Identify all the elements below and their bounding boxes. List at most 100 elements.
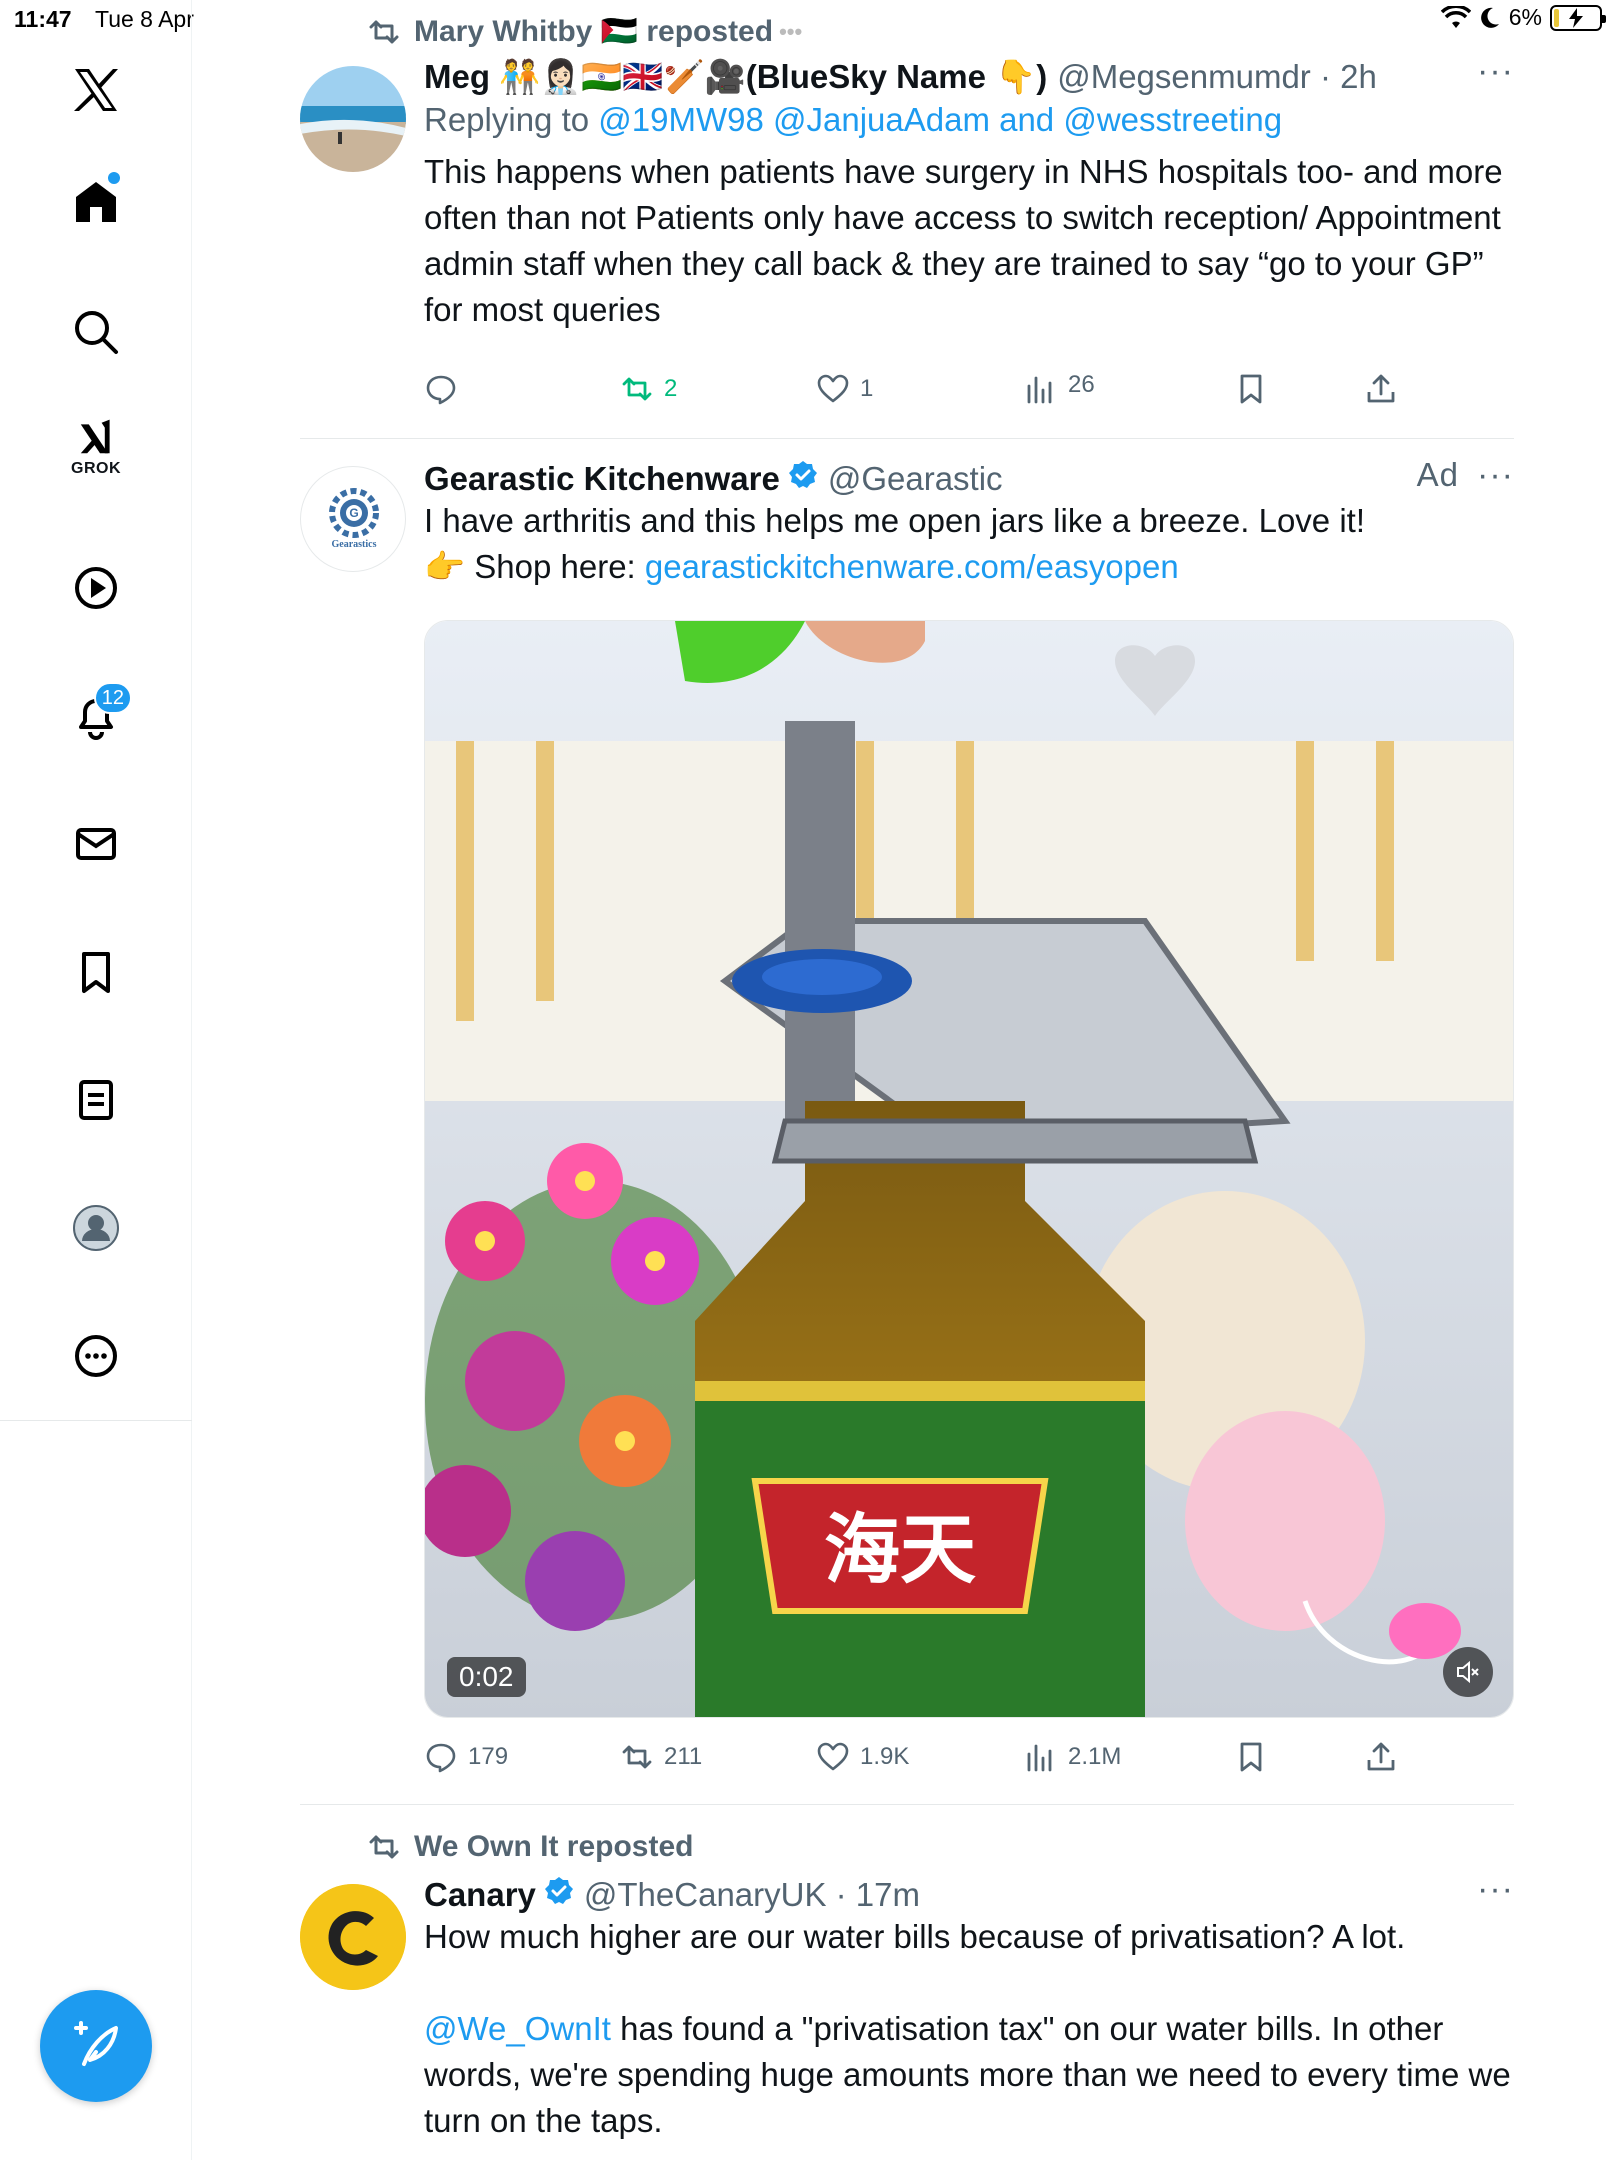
- ad-label-and-more[interactable]: Ad ···: [1417, 456, 1514, 495]
- repost-icon: [369, 1835, 399, 1859]
- mention-link[interactable]: @We_OwnIt: [424, 2010, 611, 2047]
- video-player[interactable]: 海天 0:02: [424, 620, 1514, 1718]
- avatar-gearastic[interactable]: G Gearastics: [300, 466, 406, 572]
- handle[interactable]: @Gearastic: [828, 460, 1003, 498]
- reply-count: 179: [468, 1743, 509, 1770]
- display-name[interactable]: Canary: [424, 1876, 536, 1914]
- share-icon: [1367, 374, 1395, 403]
- video-timestamp: 0:02: [447, 1657, 526, 1697]
- tweet-canary[interactable]: We Own It reposted Canary @TheCanaryUK ·…: [300, 1806, 1514, 2160]
- grok-icon[interactable]: GROK: [56, 408, 136, 488]
- notification-count-badge: 12: [93, 682, 132, 714]
- replying-to: Replying to @19MW98 @JanjuaAdam and @wes…: [424, 101, 1514, 139]
- avatar-meg[interactable]: [300, 66, 406, 172]
- sidebar: GROK 12: [0, 0, 192, 2160]
- tweet-actions: 179 211 1.9K 2.1M: [424, 1740, 1424, 1780]
- tweet-body: Gearastic Kitchenware @Gearastic Ad ··· I…: [424, 456, 1514, 590]
- tweet-divider: [300, 438, 1514, 439]
- shop-line: 👉 Shop here: gearastickitchenware.com/ea…: [424, 544, 1514, 590]
- tweet-header: Canary @TheCanaryUK · 17m: [424, 1876, 1514, 1914]
- share-button[interactable]: [1364, 1740, 1398, 1774]
- tweet-text: I have arthritis and this helps me open …: [424, 502, 1365, 539]
- more-options-icon[interactable]: [56, 1316, 136, 1396]
- repost-icon: [369, 20, 399, 43]
- bookmark-button[interactable]: [1234, 1740, 1268, 1774]
- like-button[interactable]: 1.9K: [816, 1740, 909, 1774]
- repost-button[interactable]: 211: [620, 1740, 702, 1774]
- repost-by-label[interactable]: We Own It reposted: [414, 1830, 693, 1864]
- more-options-icon[interactable]: ···: [1477, 52, 1514, 91]
- bottle-label: 海天: [824, 1505, 976, 1594]
- tweet-divider: [300, 1804, 1514, 1805]
- bookmarks-icon[interactable]: [56, 932, 136, 1012]
- like-count: 1: [860, 375, 874, 402]
- tweet-text-line1: How much higher are our water bills beca…: [424, 1918, 1406, 1955]
- share-icon: [1367, 1742, 1395, 1771]
- mute-toggle-button[interactable]: [1443, 1647, 1493, 1697]
- repost-context: Mary Whitby 🇵🇸 reposted •••: [300, 14, 802, 49]
- tweet-header: Meg 🧑‍🤝‍🧑👩🏻‍⚕️🇮🇳🇬🇧🏏🎥(BlueSky Name 👇) @Me…: [424, 58, 1514, 97]
- bookmark-button[interactable]: [1234, 372, 1268, 406]
- profile-avatar-icon[interactable]: [56, 1188, 136, 1268]
- shop-link[interactable]: gearastickitchenware.com/easyopen: [645, 548, 1179, 585]
- sidebar-divider: [0, 1420, 192, 1421]
- tweet-gearastic-ad[interactable]: G Gearastics Gearastic Kitchenware @Geara…: [300, 440, 1514, 1804]
- ad-label: Ad: [1416, 456, 1460, 493]
- more-options-icon[interactable]: ···: [1477, 1870, 1514, 1909]
- tweet-text-para2: @We_OwnIt has found a "privatisation tax…: [424, 2006, 1514, 2144]
- reply-button[interactable]: [424, 372, 468, 406]
- timeline-feed: Mary Whitby 🇵🇸 reposted ••• Meg 🧑‍🤝‍🧑👩🏻‍…: [192, 0, 1620, 2160]
- heart-icon: [817, 374, 849, 403]
- views-chart-icon: [1027, 1744, 1052, 1772]
- tweet-body: Meg 🧑‍🤝‍🧑👩🏻‍⚕️🇮🇳🇬🇧🏏🎥(BlueSky Name 👇) @Me…: [424, 52, 1514, 333]
- avatar-brand-text: Gearastics: [332, 539, 377, 550]
- shop-prefix: 👉 Shop here:: [424, 548, 645, 585]
- verified-badge-icon: [788, 461, 817, 488]
- avatar-canary[interactable]: [300, 1884, 406, 1990]
- tweet-actions: 2 1 26: [424, 371, 1424, 412]
- display-name[interactable]: Meg 🧑‍🤝‍🧑👩🏻‍⚕️🇮🇳🇬🇧🏏🎥(BlueSky Name 👇): [424, 58, 1047, 97]
- notifications-bell-icon[interactable]: 12: [56, 676, 136, 756]
- replying-mentions[interactable]: @19MW98 @JanjuaAdam and @wesstreeting: [598, 101, 1282, 138]
- like-button[interactable]: 1: [816, 372, 873, 406]
- views-button[interactable]: 2.1M: [1024, 1740, 1121, 1774]
- handle-timestamp[interactable]: @TheCanaryUK · 17m: [584, 1876, 920, 1914]
- x-logo-icon[interactable]: [56, 50, 136, 130]
- grok-label: GROK: [71, 460, 121, 477]
- feather-plus-icon: [74, 2021, 118, 2066]
- tweet-meg[interactable]: Mary Whitby 🇵🇸 reposted ••• Meg 🧑‍🤝‍🧑👩🏻‍…: [300, 0, 1514, 440]
- video-play-icon[interactable]: [56, 548, 136, 628]
- tweet-body: Canary @TheCanaryUK · 17m ··· How much h…: [424, 1870, 1514, 2144]
- compose-post-button[interactable]: [40, 1990, 152, 2102]
- share-button[interactable]: [1364, 372, 1398, 406]
- like-count: 1.9K: [860, 1743, 910, 1770]
- views-button[interactable]: 26: [1024, 371, 1095, 406]
- home-icon[interactable]: [56, 162, 136, 242]
- bookmark-icon: [1240, 374, 1262, 404]
- repost-count: 2: [664, 375, 678, 402]
- reply-icon: [426, 375, 456, 405]
- views-count: 2.1M: [1068, 1743, 1122, 1770]
- replying-prefix: Replying to: [424, 101, 599, 138]
- repost-icon: [622, 377, 652, 401]
- bookmark-icon: [1240, 1742, 1262, 1772]
- tweet-text: This happens when patients have surgery …: [424, 153, 1503, 328]
- reply-icon: [426, 1743, 456, 1773]
- speaker-muted-icon: [1457, 1660, 1479, 1684]
- views-count: 26: [1068, 371, 1095, 398]
- handle-timestamp[interactable]: @Megsenmumdr · 2h: [1057, 58, 1377, 96]
- reply-button[interactable]: 179: [424, 1740, 508, 1774]
- search-icon[interactable]: [56, 292, 136, 372]
- video-thumbnail: 海天: [425, 621, 1513, 1717]
- tweet-header: Gearastic Kitchenware @Gearastic: [424, 460, 1514, 498]
- views-chart-icon: [1027, 376, 1052, 404]
- messages-envelope-icon[interactable]: [56, 804, 136, 884]
- display-name[interactable]: Gearastic Kitchenware: [424, 460, 780, 498]
- repost-button[interactable]: 2: [620, 372, 677, 406]
- repost-by-label[interactable]: Mary Whitby 🇵🇸 reposted: [414, 14, 773, 49]
- verified-badge-icon: [544, 1877, 573, 1904]
- svg-text:G: G: [349, 506, 358, 520]
- repost-count: 211: [664, 1743, 703, 1770]
- lists-icon[interactable]: [56, 1060, 136, 1140]
- repost-context: We Own It reposted: [300, 1830, 693, 1864]
